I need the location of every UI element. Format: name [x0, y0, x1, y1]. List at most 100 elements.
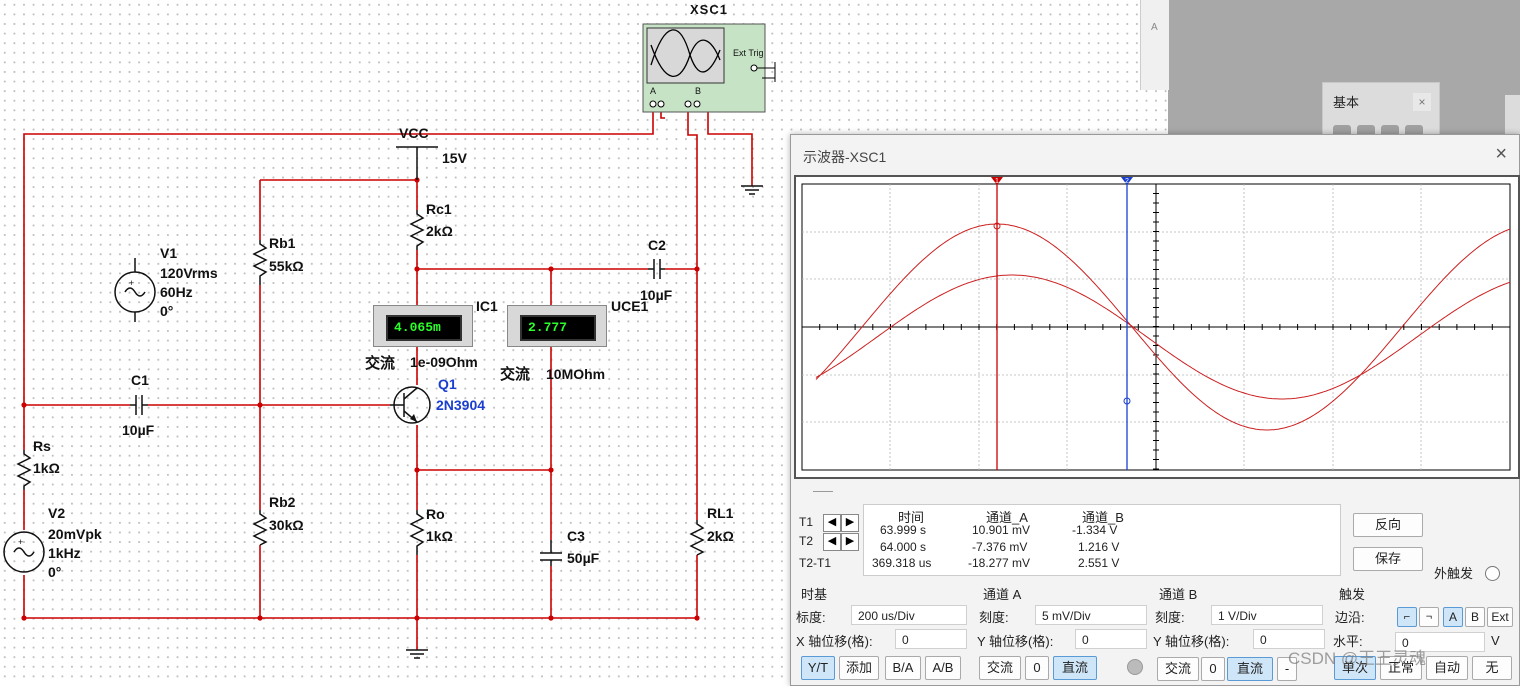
uce1-mode: 交流 — [500, 365, 531, 383]
trigger-source-ext[interactable]: Ext — [1487, 607, 1513, 627]
cursor-1-label: 1 — [995, 178, 999, 185]
channel-a-scale-field[interactable]: 5 mV/Div — [1035, 605, 1147, 625]
t1-time: 63.999 s — [880, 523, 927, 537]
v2-freq: 1kHz — [48, 545, 81, 561]
channel-b-ac-button[interactable]: 交流 — [1157, 657, 1199, 681]
delta-time: 369.318 us — [872, 556, 932, 570]
t2-channel-b: 1.216 V — [1078, 540, 1120, 554]
timebase-scale-label: 标度: — [796, 610, 826, 625]
channel-a-radio[interactable] — [1127, 659, 1143, 675]
row-label-t2-t1: T2-T1 — [799, 556, 832, 570]
arrow-left-icon[interactable]: ◀ — [823, 533, 841, 551]
ba-button[interactable]: B/A — [885, 656, 921, 680]
rs-value: 1kΩ — [33, 460, 60, 476]
ic1-name: IC1 — [476, 298, 498, 314]
trigger-edge-label: 边沿: — [1335, 610, 1365, 625]
rb2-resistor — [252, 510, 268, 546]
port-b-label: B — [695, 86, 702, 96]
save-button[interactable]: 保存 — [1353, 547, 1423, 571]
wire-scope-b — [687, 108, 698, 269]
trigger-source-a[interactable]: A — [1443, 607, 1463, 627]
wire-scope-ground — [707, 104, 753, 186]
channel-a-dc-button[interactable]: 直流 — [1053, 656, 1097, 680]
trigger-header: 触发 — [1339, 587, 1366, 602]
rc1-name: Rc1 — [426, 201, 452, 217]
row-label-t1: T1 — [799, 515, 814, 529]
arrow-right-icon[interactable]: ▶ — [841, 533, 859, 551]
channel-b-header: 通道 B — [1159, 587, 1198, 602]
rc1-resistor — [409, 210, 425, 250]
ab-button[interactable]: A/B — [925, 656, 961, 680]
c1-name: C1 — [131, 372, 149, 388]
yt-button[interactable]: Y/T — [801, 656, 835, 680]
c2-name: C2 — [648, 237, 666, 253]
t1-channel-a: 10.901 mV — [972, 523, 1031, 537]
channel-a-ypos-label: Y 轴位移(格): — [977, 634, 1054, 649]
rl1-value: 2kΩ — [707, 528, 734, 544]
uce1-name: UCE1 — [611, 298, 649, 314]
v2-phase: 0° — [48, 564, 62, 580]
t2-time: 64.000 s — [880, 540, 927, 554]
rc1-value: 2kΩ — [426, 223, 453, 239]
side-ruler: A — [1140, 0, 1169, 90]
splitter-handle[interactable] — [813, 491, 833, 492]
rb1-name: Rb1 — [269, 235, 296, 251]
none-button[interactable]: 无 — [1472, 656, 1512, 680]
scope-screen[interactable]: 1 2 — [794, 175, 1520, 479]
arrow-left-icon[interactable]: ◀ — [823, 514, 841, 532]
ro-name: Ro — [426, 506, 445, 522]
ic1-ammeter[interactable]: 4.065m — [373, 305, 473, 347]
timebase-header: 时基 — [801, 587, 828, 602]
rl1-name: RL1 — [707, 505, 734, 521]
falling-edge-icon[interactable]: ¬ — [1419, 607, 1439, 627]
rb2-value: 30kΩ — [269, 517, 304, 533]
row-label-t2: T2 — [799, 534, 814, 548]
ext-trigger-radio[interactable] — [1485, 566, 1500, 581]
channel-a-ypos-field[interactable]: 0 — [1075, 629, 1147, 649]
port-a-label: A — [650, 86, 657, 96]
uce1-reading: 2.777 — [528, 320, 568, 335]
q1-model: 2N3904 — [436, 397, 486, 413]
v2-amp: 20mVpk — [48, 526, 102, 542]
scope-plot: 1 2 — [801, 177, 1511, 471]
v1-name: V1 — [160, 245, 178, 261]
oscilloscope-window[interactable]: 示波器-XSC1 × 1 2 T1 T2 T2-T1 ◀ ▶ ◀ ▶ 时间 通道… — [790, 134, 1520, 686]
rb2-name: Rb2 — [269, 494, 296, 510]
timebase-scale-field[interactable]: 200 us/Div — [851, 605, 967, 625]
rising-edge-icon[interactable]: ⌐ — [1397, 607, 1417, 627]
close-icon[interactable]: × — [1495, 143, 1507, 166]
channel-a-header: 通道 A — [983, 587, 1022, 602]
v1-phase: 0° — [160, 303, 174, 319]
x-position-field[interactable]: 0 — [895, 629, 967, 649]
channel-a-zero-button[interactable]: 0 — [1025, 656, 1049, 680]
reverse-button[interactable]: 反向 — [1353, 513, 1423, 537]
vcc-value: 15V — [442, 150, 467, 166]
arrow-right-icon[interactable]: ▶ — [841, 514, 859, 532]
x-position-label: X 轴位移(格): — [796, 634, 873, 649]
uce1-voltmeter[interactable]: 2.777 — [507, 305, 607, 347]
add-button[interactable]: 添加 — [839, 656, 879, 680]
side-letter: A — [1151, 22, 1158, 33]
trigger-source-b[interactable]: B — [1465, 607, 1485, 627]
channel-b-zero-button[interactable]: 0 — [1201, 657, 1225, 681]
ext-trigger-label: 外触发 — [1434, 566, 1474, 581]
c3-value: 50µF — [567, 550, 600, 566]
svg-text:+: + — [129, 278, 134, 288]
v2-name: V2 — [48, 505, 66, 521]
channel-a-scale-label: 刻度: — [979, 610, 1009, 625]
channel-b-dc-button[interactable]: 直流 — [1227, 657, 1273, 681]
close-icon[interactable]: × — [1413, 93, 1431, 111]
rs-name: Rs — [33, 438, 51, 454]
ic1-reading: 4.065m — [394, 320, 441, 335]
rl1-resistor — [689, 520, 705, 556]
ext-trig-label: Ext Trig — [733, 48, 764, 58]
auto-button[interactable]: 自动 — [1426, 656, 1468, 680]
q1-name: Q1 — [438, 376, 457, 392]
t1-channel-b: -1.334 V — [1072, 523, 1118, 537]
ic1-mode: 交流 — [365, 354, 396, 372]
channel-a-ac-button[interactable]: 交流 — [979, 656, 1021, 680]
v1-freq: 60Hz — [160, 284, 193, 300]
delta-channel-b: 2.551 V — [1078, 556, 1120, 570]
channel-b-scale-field[interactable]: 1 V/Div — [1211, 605, 1323, 625]
ro-resistor — [409, 510, 425, 555]
